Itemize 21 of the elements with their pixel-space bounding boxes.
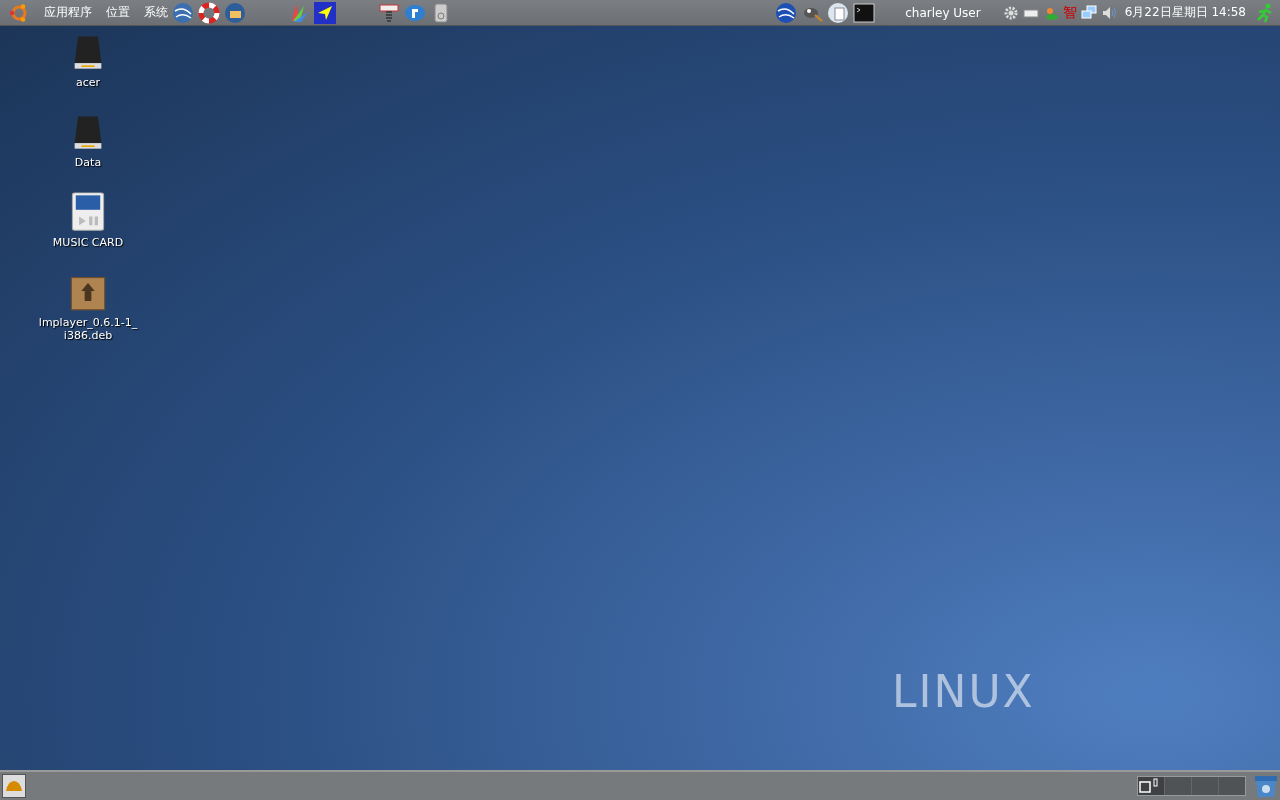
icon-label[interactable]: MUSIC CARD [32,236,144,249]
window-icon [1139,778,1159,794]
globe-icon[interactable] [775,1,798,24]
menu-item[interactable]: 应用程序 [44,4,92,21]
clock[interactable]: 6月22日星期日 14:58 [1124,4,1246,21]
wallpaper-logo: LINUX [892,666,1035,717]
show-desktop-icon[interactable] [2,774,26,798]
lifebuoy-icon[interactable] [198,1,220,24]
workspace[interactable] [1138,777,1164,795]
terminal-icon[interactable] [853,1,876,24]
trash-icon[interactable] [1254,774,1278,798]
user-name[interactable]: charley User [905,5,981,20]
globe-icon[interactable] [172,1,194,24]
menu-item[interactable]: 位置 [106,4,130,21]
icon-label[interactable]: acer [32,76,144,89]
gear-icon[interactable] [1002,4,1019,21]
document-icon[interactable] [827,1,850,24]
icon-label[interactable]: lmplayer_0.6.1-1_ i386.deb [32,316,144,342]
menu-item[interactable]: 系统 [144,4,168,21]
network-icon[interactable] [1080,4,1097,21]
icon-label[interactable]: Data [32,156,144,169]
